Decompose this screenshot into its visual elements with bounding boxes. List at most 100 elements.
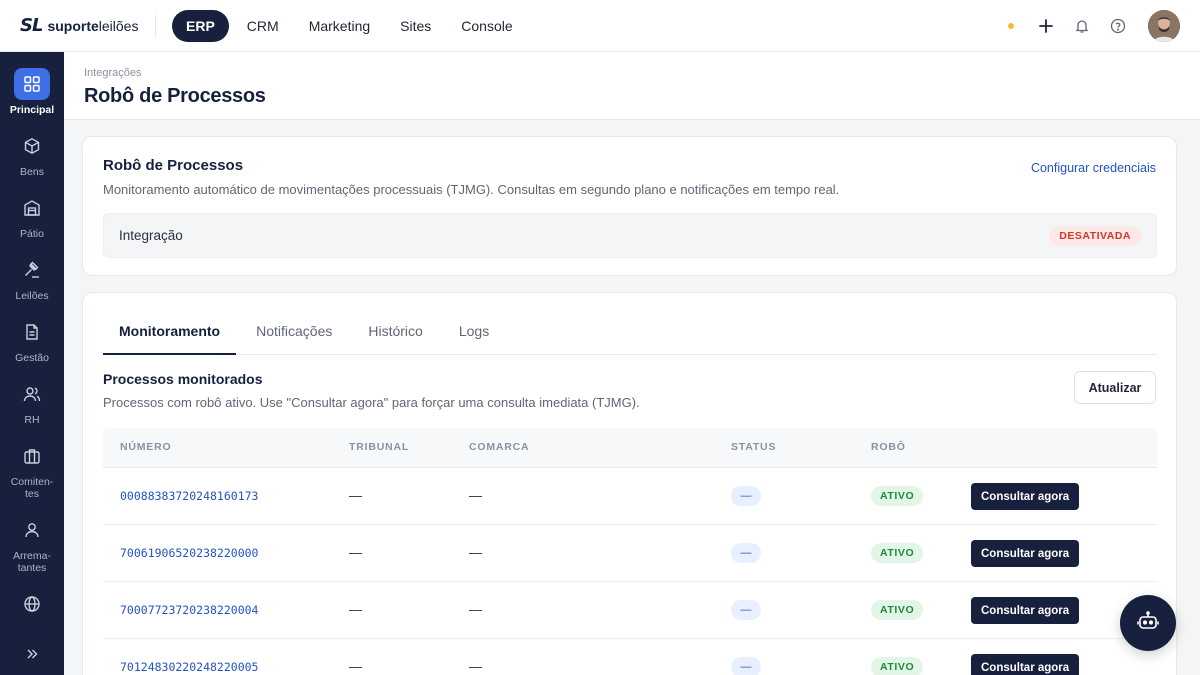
top-bar: SL suporteleilões ERP CRM Marketing Site… [0, 0, 1200, 52]
sidebar-item-bens[interactable]: Bens [0, 130, 64, 178]
configure-credentials-link[interactable]: Configurar credenciais [1031, 161, 1156, 175]
topnav-console[interactable]: Console [449, 10, 524, 42]
chevrons-right-icon [14, 638, 50, 670]
users-icon [14, 378, 50, 410]
consult-now-button[interactable]: Consultar agora [971, 597, 1080, 624]
warehouse-icon [14, 192, 50, 224]
user-icon [14, 514, 50, 546]
topnav-marketing[interactable]: Marketing [297, 10, 382, 42]
tab-logs[interactable]: Logs [443, 313, 505, 354]
grid-icon [14, 68, 50, 100]
comarca-cell: — [469, 659, 482, 674]
card-title: Robô de Processos [103, 157, 244, 174]
table-row: 70124830220248220005 — — — ATIVO Consult… [103, 639, 1157, 675]
divider [155, 14, 156, 37]
tribunal-cell: — [349, 488, 362, 503]
section-title: Processos monitorados [103, 371, 263, 387]
sidebar-item-label: Arrema-tantes [13, 550, 51, 574]
tribunal-cell: — [349, 659, 362, 674]
card-description: Monitoramento automático de movimentaçõe… [103, 182, 840, 197]
process-number-link[interactable]: 70124830220248220005 [120, 660, 258, 674]
refresh-button[interactable]: Atualizar [1074, 371, 1156, 404]
table-row: 70061906520238220000 — — — ATIVO Consult… [103, 525, 1157, 582]
robot-icon [1137, 610, 1159, 637]
column-header-tribunal[interactable]: TRIBUNAL [349, 441, 409, 453]
tab-bar: Monitoramento Notificações Histórico Log… [103, 313, 1157, 355]
sidebar-item-label: Principal [9, 104, 55, 116]
column-header-numero[interactable]: NÚMERO [120, 441, 171, 453]
tab-notificacoes[interactable]: Notificações [240, 313, 348, 354]
tab-monitoramento[interactable]: Monitoramento [103, 313, 237, 355]
sidebar-item-label: Pátio [20, 228, 44, 240]
integration-status-row: Integração DESATIVADA [103, 213, 1157, 258]
document-icon [14, 316, 50, 348]
status-badge: — [731, 543, 761, 563]
avatar[interactable] [1148, 10, 1180, 42]
gavel-icon [14, 254, 50, 286]
comarca-cell: — [469, 602, 482, 617]
topnav-erp[interactable]: ERP [172, 9, 229, 42]
globe-icon [14, 588, 50, 620]
table-row: 70007723720238220004 — — — ATIVO Consult… [103, 582, 1157, 639]
table-row: 00088383720248160173 — — — ATIVO Consult… [103, 468, 1157, 525]
process-number-link[interactable]: 70061906520238220000 [120, 546, 258, 560]
top-actions [1008, 0, 1180, 52]
process-number-link[interactable]: 70007723720238220004 [120, 603, 258, 617]
sidebar-item-arrematantes[interactable]: Arrema-tantes [0, 514, 64, 574]
sidebar-item-label: Comiten-tes [10, 476, 54, 500]
sidebar-item-label: Leilões [15, 290, 49, 302]
divider [64, 119, 1200, 120]
status-badge: DESATIVADA [1049, 226, 1141, 246]
comarca-cell: — [469, 488, 482, 503]
section-description: Processos com robô ativo. Use "Consultar… [103, 395, 640, 410]
bell-icon[interactable] [1072, 16, 1092, 36]
sidebar-item-patio[interactable]: Pátio [0, 192, 64, 240]
brand-name: suporteleilões [47, 17, 139, 34]
column-header-status[interactable]: STATUS [731, 441, 776, 453]
brand-logo[interactable]: SL suporteleilões [20, 15, 155, 36]
brand-mark: SL [20, 15, 43, 36]
comarca-cell: — [469, 545, 482, 560]
consult-now-button[interactable]: Consultar agora [971, 540, 1080, 567]
processes-table: NÚMERO TRIBUNAL COMARCA STATUS ROBÔ 0008… [103, 428, 1157, 675]
sidebar: Principal Bens Pátio Leilões Gestão RH C… [0, 52, 64, 675]
topnav-crm[interactable]: CRM [235, 10, 291, 42]
robot-active-badge: ATIVO [871, 600, 924, 620]
status-dot [1008, 23, 1014, 29]
sidebar-item-sites[interactable] [0, 588, 64, 620]
column-header-robo[interactable]: ROBÔ [871, 441, 906, 453]
table-header: NÚMERO TRIBUNAL COMARCA STATUS ROBÔ [103, 428, 1157, 468]
robot-assistant-button[interactable] [1120, 595, 1176, 651]
plus-icon[interactable] [1036, 16, 1056, 36]
integration-card: Robô de Processos Monitoramento automáti… [82, 136, 1177, 276]
integration-label: Integração [119, 228, 183, 243]
briefcase-icon [14, 440, 50, 472]
monitoring-card: Monitoramento Notificações Histórico Log… [82, 292, 1177, 675]
consult-now-button[interactable]: Consultar agora [971, 654, 1080, 675]
sidebar-item-label: Bens [20, 166, 44, 178]
robot-active-badge: ATIVO [871, 543, 924, 563]
consult-now-button[interactable]: Consultar agora [971, 483, 1080, 510]
breadcrumb[interactable]: Integrações [84, 67, 141, 79]
sidebar-item-label: RH [24, 414, 40, 426]
help-icon[interactable] [1108, 16, 1128, 36]
sidebar-item-comitentes[interactable]: Comiten-tes [0, 440, 64, 500]
page-title: Robô de Processos [84, 85, 266, 107]
tab-historico[interactable]: Histórico [352, 313, 438, 354]
top-nav: ERP CRM Marketing Sites Console [172, 9, 525, 42]
robot-active-badge: ATIVO [871, 486, 924, 506]
process-number-link[interactable]: 00088383720248160173 [120, 489, 258, 503]
tribunal-cell: — [349, 545, 362, 560]
sidebar-item-label: Gestão [15, 352, 49, 364]
column-header-comarca[interactable]: COMARCA [469, 441, 529, 453]
topnav-sites[interactable]: Sites [388, 10, 443, 42]
sidebar-item-principal[interactable]: Principal [0, 68, 64, 116]
status-badge: — [731, 657, 761, 675]
sidebar-item-gestao[interactable]: Gestão [0, 316, 64, 364]
status-badge: — [731, 486, 761, 506]
sidebar-expand[interactable] [0, 638, 64, 670]
sidebar-item-rh[interactable]: RH [0, 378, 64, 426]
sidebar-item-leiloes[interactable]: Leilões [0, 254, 64, 302]
robot-active-badge: ATIVO [871, 657, 924, 675]
box-icon [14, 130, 50, 162]
